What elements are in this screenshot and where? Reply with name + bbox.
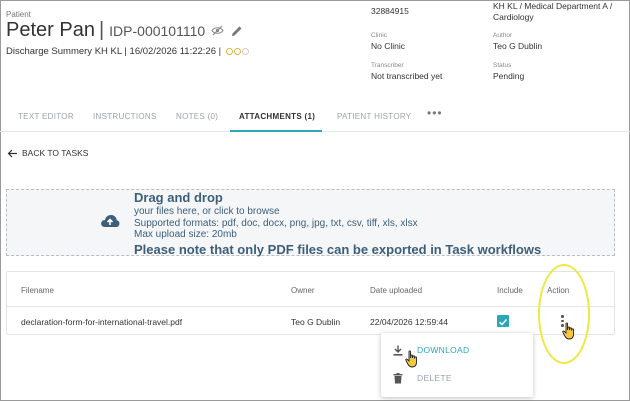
hand-cursor-icon: [562, 322, 574, 340]
edit-pencil-icon[interactable]: [231, 25, 243, 37]
column-header-owner[interactable]: Owner: [291, 286, 315, 295]
tab-attachments[interactable]: ATTACHMENTS (1): [239, 112, 315, 121]
highlight-annotation: [538, 264, 590, 364]
dropzone-title: Drag and drop: [134, 190, 223, 205]
tab-instructions[interactable]: INSTRUCTIONS: [93, 112, 157, 121]
include-checkbox[interactable]: [497, 315, 509, 327]
eye-off-icon[interactable]: [211, 25, 224, 36]
status-label: Status: [493, 62, 512, 69]
column-header-include: Include: [497, 286, 523, 295]
row-actions-menu: DOWNLOAD DELETE: [381, 333, 533, 397]
cloud-upload-icon: [101, 215, 120, 227]
subtitle-text: Discharge Summery KH KL | 16/02/2026 11:…: [6, 46, 222, 57]
column-header-filename[interactable]: Filename: [21, 286, 54, 295]
tab-bar: TEXT EDITOR INSTRUCTIONS NOTES (0) ATTAC…: [0, 104, 630, 132]
download-menu-item[interactable]: DOWNLOAD: [381, 337, 533, 363]
priority-dot-icon: [226, 48, 234, 55]
tab-notes[interactable]: NOTES (0): [176, 112, 218, 121]
clinic-value: No Clinic: [371, 41, 406, 51]
patient-label: Patient: [6, 10, 31, 19]
document-subtitle: Discharge Summery KH KL | 16/02/2026 11:…: [6, 46, 250, 57]
priority-dot-icon: [242, 48, 250, 55]
delete-menu-item[interactable]: DELETE: [381, 365, 533, 391]
checkmark-icon: [498, 318, 508, 326]
author-value: Teo G Dublin: [493, 41, 543, 51]
dropzone-max-size: Max upload size: 20mb: [134, 229, 237, 240]
attachments-table: Filename Owner Date uploaded Include Act…: [6, 271, 615, 335]
date-uploaded-cell: 22/04/2026 12:59:44: [370, 317, 448, 327]
dropzone-text: Drag and drop your files here, or click …: [134, 190, 541, 258]
owner-cell: Teo G Dublin: [291, 317, 341, 327]
transcriber-value: Not transcribed yet: [371, 71, 443, 81]
arrow-left-icon: [7, 149, 17, 157]
status-value: Pending: [493, 71, 525, 81]
more-tabs-button[interactable]: •••: [427, 106, 443, 120]
patient-id: IDP-000101110: [109, 23, 206, 39]
patient-header: Peter Pan | IDP-000101110: [6, 19, 243, 42]
clinic-label: Clinic: [371, 32, 387, 39]
back-to-tasks-link[interactable]: BACK TO TASKS: [7, 148, 88, 158]
column-header-date-uploaded[interactable]: Date uploaded: [370, 286, 422, 295]
priority-dot-icon: [234, 48, 242, 55]
priority-indicator: [226, 48, 250, 55]
transcriber-label: Transcriber: [371, 62, 404, 69]
back-to-tasks-label: BACK TO TASKS: [22, 148, 89, 158]
file-dropzone[interactable]: Drag and drop your files here, or click …: [6, 189, 615, 258]
dropzone-formats: Supported formats: pdf, doc, docx, png, …: [134, 217, 418, 229]
dropzone-pdf-note: Please note that only PDF files can be e…: [134, 241, 542, 257]
delete-label: DELETE: [417, 373, 452, 383]
dropzone-instructions: your files here, or click to browse: [134, 206, 280, 217]
tab-text-editor[interactable]: TEXT EDITOR: [18, 112, 74, 121]
hand-cursor-icon: [405, 350, 417, 368]
active-tab-indicator: [230, 130, 322, 132]
trash-icon: [393, 372, 403, 383]
patient-name: Peter Pan: [6, 19, 95, 41]
filename-cell[interactable]: declaration-form-for-international-trave…: [21, 317, 182, 327]
department-value: KH KL / Medical Department A / Cardiolog…: [493, 1, 613, 22]
row-divider: [7, 306, 614, 307]
author-label: Author: [493, 32, 513, 39]
task-id-value: 32884915: [371, 6, 409, 16]
download-icon: [393, 345, 403, 356]
separator: |: [98, 19, 105, 41]
download-label: DOWNLOAD: [417, 345, 470, 355]
tab-patient-history[interactable]: PATIENT HISTORY: [337, 112, 411, 121]
